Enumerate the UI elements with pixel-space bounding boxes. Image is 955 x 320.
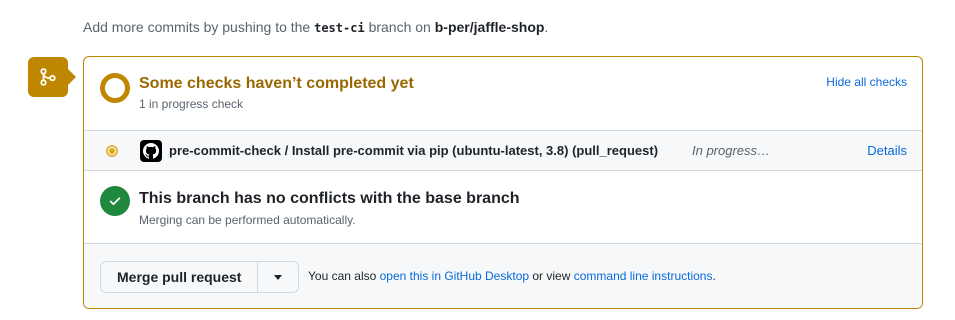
push-instructions-suffix: . [544, 19, 549, 35]
checks-subtitle: 1 in progress check [139, 97, 244, 111]
command-line-instructions-link[interactable]: command line instructions [574, 269, 713, 283]
check-run-row: pre-commit-check / Install pre-commit vi… [84, 130, 922, 171]
push-instructions-prefix: Add more commits by pushing to the [83, 19, 315, 35]
checks-summary: Some checks haven’t completed yet 1 in p… [84, 57, 922, 130]
merge-hint: You can also open this in GitHub Desktop… [308, 269, 716, 283]
check-run-status: In progress… [692, 143, 771, 158]
merge-pull-request-button[interactable]: Merge pull request [101, 262, 259, 292]
checks-title: Some checks haven’t completed yet [139, 75, 414, 92]
github-mark-icon [140, 140, 162, 162]
check-details-link[interactable]: Details [867, 143, 907, 158]
conflict-status: This branch has no conflicts with the ba… [84, 171, 922, 244]
push-instructions-middle: branch on [364, 19, 435, 35]
merge-status-panel: Some checks haven’t completed yet 1 in p… [83, 56, 923, 309]
conflict-title: This branch has no conflicts with the ba… [139, 190, 520, 207]
merge-hint-middle: or view [529, 269, 574, 283]
push-instructions: Add more commits by pushing to the test-… [83, 19, 548, 35]
branch-name: test-ci [314, 21, 365, 35]
merge-hint-prefix: You can also [308, 269, 380, 283]
in-progress-dot-icon [106, 145, 118, 157]
git-merge-icon [28, 57, 76, 97]
conflict-subtitle: Merging can be performed automatically. [139, 213, 356, 227]
check-run-name: pre-commit-check / Install pre-commit vi… [169, 143, 659, 158]
repo-name: b-per/jaffle-shop [434, 19, 545, 35]
triangle-down-icon [274, 274, 283, 280]
pending-ring-icon [100, 73, 130, 103]
open-in-desktop-link[interactable]: open this in GitHub Desktop [380, 269, 529, 283]
merge-method-dropdown[interactable] [258, 262, 298, 292]
hide-all-checks-link[interactable]: Hide all checks [826, 75, 907, 89]
merge-actions: Merge pull request You can also open thi… [84, 244, 922, 308]
merge-button-group: Merge pull request [100, 261, 300, 293]
merge-hint-suffix: . [712, 269, 716, 283]
check-circle-icon [100, 186, 130, 216]
